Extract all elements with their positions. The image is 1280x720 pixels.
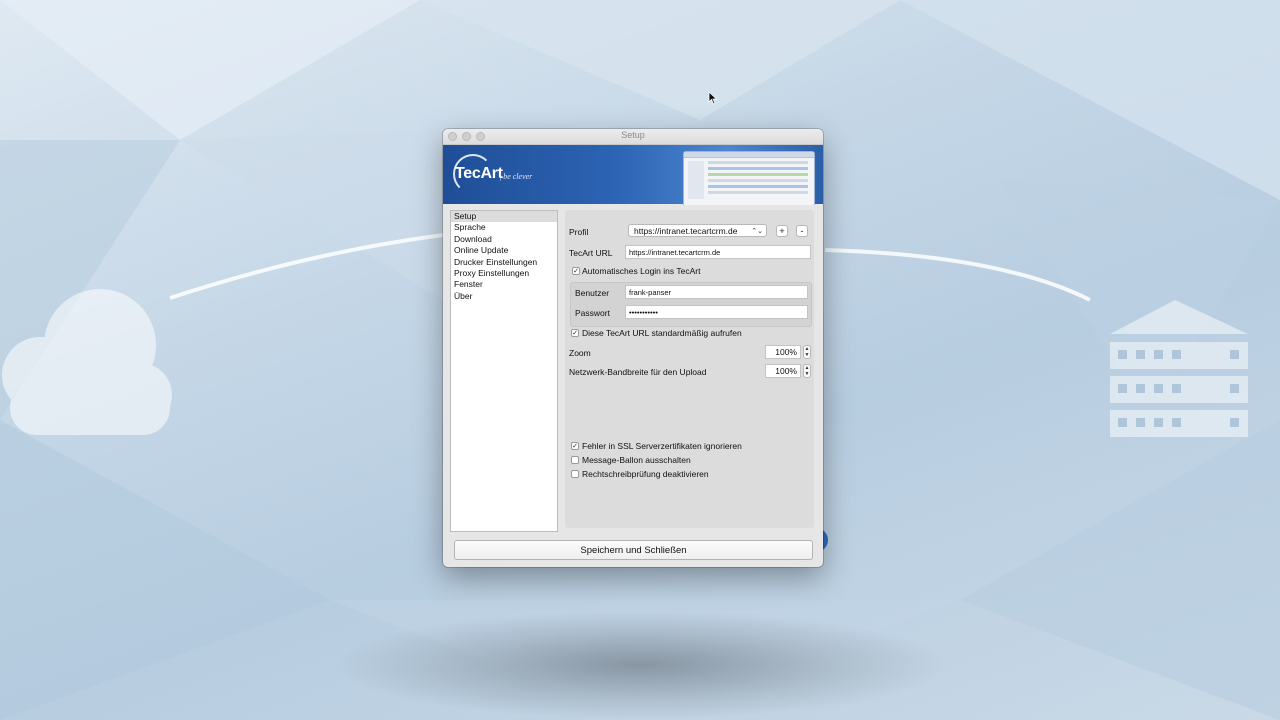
- spellcheck-label: Rechtschreibprüfung deaktivieren: [582, 469, 709, 479]
- sidebar-item-ueber[interactable]: Über: [451, 291, 557, 302]
- zoom-label: Zoom: [569, 348, 591, 358]
- sidebar-item-setup[interactable]: Setup: [451, 211, 557, 223]
- passwort-label: Passwort: [575, 308, 610, 318]
- setup-settings-pane: Profil https://intranet.tecartcrm.de ⌃⌄ …: [565, 210, 814, 528]
- sidebar-item-download[interactable]: Download: [451, 234, 557, 245]
- sidebar-item-proxy-einstellungen[interactable]: Proxy Einstellungen: [451, 268, 557, 279]
- window-shadow: [330, 610, 950, 720]
- profil-select-value: https://intranet.tecartcrm.de: [634, 226, 738, 236]
- spellcheck-checkbox[interactable]: [571, 470, 579, 478]
- remove-profile-button[interactable]: -: [796, 225, 808, 237]
- bandwidth-label: Netzwerk-Bandbreite für den Upload: [569, 367, 707, 377]
- auto-login-label: Automatisches Login ins TecArt: [582, 266, 701, 276]
- zoom-stepper[interactable]: ▲ ▼: [803, 345, 811, 359]
- add-profile-button[interactable]: +: [776, 225, 788, 237]
- benutzer-input[interactable]: [625, 285, 808, 299]
- window-title: Setup: [621, 130, 645, 140]
- tecart-url-input[interactable]: [625, 245, 811, 259]
- sidebar-item-online-update[interactable]: Online Update: [451, 245, 557, 256]
- ssl-ignore-checkbox[interactable]: ✓: [571, 442, 579, 450]
- profil-label: Profil: [569, 227, 589, 237]
- tecart-url-label: TecArt URL: [569, 248, 613, 258]
- select-arrows-icon: ⌃⌄: [751, 228, 763, 235]
- login-credentials-group: Benutzer Passwort: [570, 282, 812, 327]
- sidebar-item-fenster[interactable]: Fenster: [451, 279, 557, 290]
- message-balloon-label: Message-Ballon ausschalten: [582, 455, 691, 465]
- benutzer-label: Benutzer: [575, 288, 610, 298]
- logo-slogan: | be clever: [499, 172, 533, 181]
- profil-select[interactable]: https://intranet.tecartcrm.de ⌃⌄: [628, 224, 767, 237]
- default-url-label: Diese TecArt URL standardmäßig aufrufen: [582, 328, 742, 338]
- save-and-close-button[interactable]: Speichern und Schließen: [454, 540, 813, 560]
- auto-login-checkbox[interactable]: ✓: [572, 267, 580, 275]
- setup-window: Setup TecArt | be clever Setup Sprache D…: [443, 129, 823, 567]
- crm-screenshot-image: [683, 151, 815, 205]
- default-url-checkbox[interactable]: ✓: [571, 329, 579, 337]
- title-bar[interactable]: Setup: [443, 129, 823, 145]
- tecart-banner: TecArt | be clever: [443, 145, 823, 205]
- bandwidth-input[interactable]: 100%: [765, 364, 801, 378]
- ssl-ignore-label: Fehler in SSL Serverzertifikaten ignorie…: [582, 441, 742, 451]
- message-balloon-checkbox[interactable]: [571, 456, 579, 464]
- settings-category-list: Setup Sprache Download Online Update Dru…: [450, 210, 558, 532]
- passwort-input[interactable]: [625, 305, 808, 319]
- zoom-input[interactable]: 100%: [765, 345, 801, 359]
- bandwidth-stepper[interactable]: ▲ ▼: [803, 364, 811, 378]
- sidebar-item-drucker-einstellungen[interactable]: Drucker Einstellungen: [451, 257, 557, 268]
- mouse-cursor-icon: [708, 91, 718, 105]
- tecart-logo: TecArt: [455, 165, 503, 182]
- sidebar-item-sprache[interactable]: Sprache: [451, 222, 557, 233]
